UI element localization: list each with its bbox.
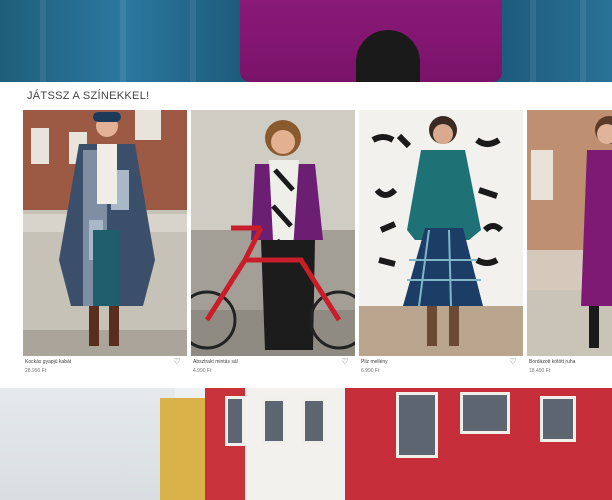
heart-icon[interactable]: ♡ [341, 358, 349, 366]
product-price: 28.990 Ft [25, 368, 47, 374]
product-image[interactable] [23, 110, 187, 356]
product-photo-dress [527, 110, 612, 356]
banner-sky [0, 388, 175, 500]
product-name[interactable]: Pliz mellény [361, 359, 388, 365]
product-name[interactable]: Absztrakt mintás sál [193, 359, 238, 365]
product-image[interactable] [191, 110, 355, 356]
hero-texture [40, 0, 46, 82]
banner-window [460, 392, 510, 434]
product-price: 6.990 Ft [361, 368, 380, 374]
product-carousel[interactable]: Kockás gyapjú kabát 28.990 Ft ♡ Absztrak… [23, 110, 612, 380]
banner-window [225, 396, 245, 446]
product-price: 18.490 Ft [529, 368, 551, 374]
product-card[interactable]: Kockás gyapjú kabát 28.990 Ft ♡ [23, 110, 187, 380]
product-price: 4.990 Ft [193, 368, 212, 374]
heart-icon[interactable]: ♡ [173, 358, 181, 366]
product-photo-coat [23, 110, 187, 356]
product-image[interactable] [359, 110, 523, 356]
banner-window [302, 398, 326, 444]
section-title: JÁTSSZ A SZÍNEKKEL! [27, 90, 150, 102]
hero-texture [530, 0, 536, 82]
product-card[interactable]: Pliz mellény 6.990 Ft ♡ [359, 110, 523, 380]
banner-window [262, 398, 286, 444]
banner-building [160, 398, 205, 500]
hero-texture [190, 0, 196, 82]
product-card[interactable]: Bordázott kötött ruha 18.490 Ft [527, 110, 612, 380]
product-image[interactable] [527, 110, 612, 356]
product-card[interactable]: Absztrakt mintás sál 4.990 Ft ♡ [191, 110, 355, 380]
banner-window [540, 396, 576, 442]
product-name[interactable]: Kockás gyapjú kabát [25, 359, 71, 365]
heart-icon[interactable]: ♡ [509, 358, 517, 366]
banner-window [396, 392, 438, 458]
product-photo-scarf [191, 110, 355, 356]
hero-texture [120, 0, 126, 82]
hero-banner[interactable] [0, 0, 612, 82]
secondary-banner[interactable] [0, 388, 612, 500]
product-name[interactable]: Bordázott kötött ruha [529, 359, 575, 365]
product-photo-vest [359, 110, 523, 356]
hero-texture [580, 0, 586, 82]
